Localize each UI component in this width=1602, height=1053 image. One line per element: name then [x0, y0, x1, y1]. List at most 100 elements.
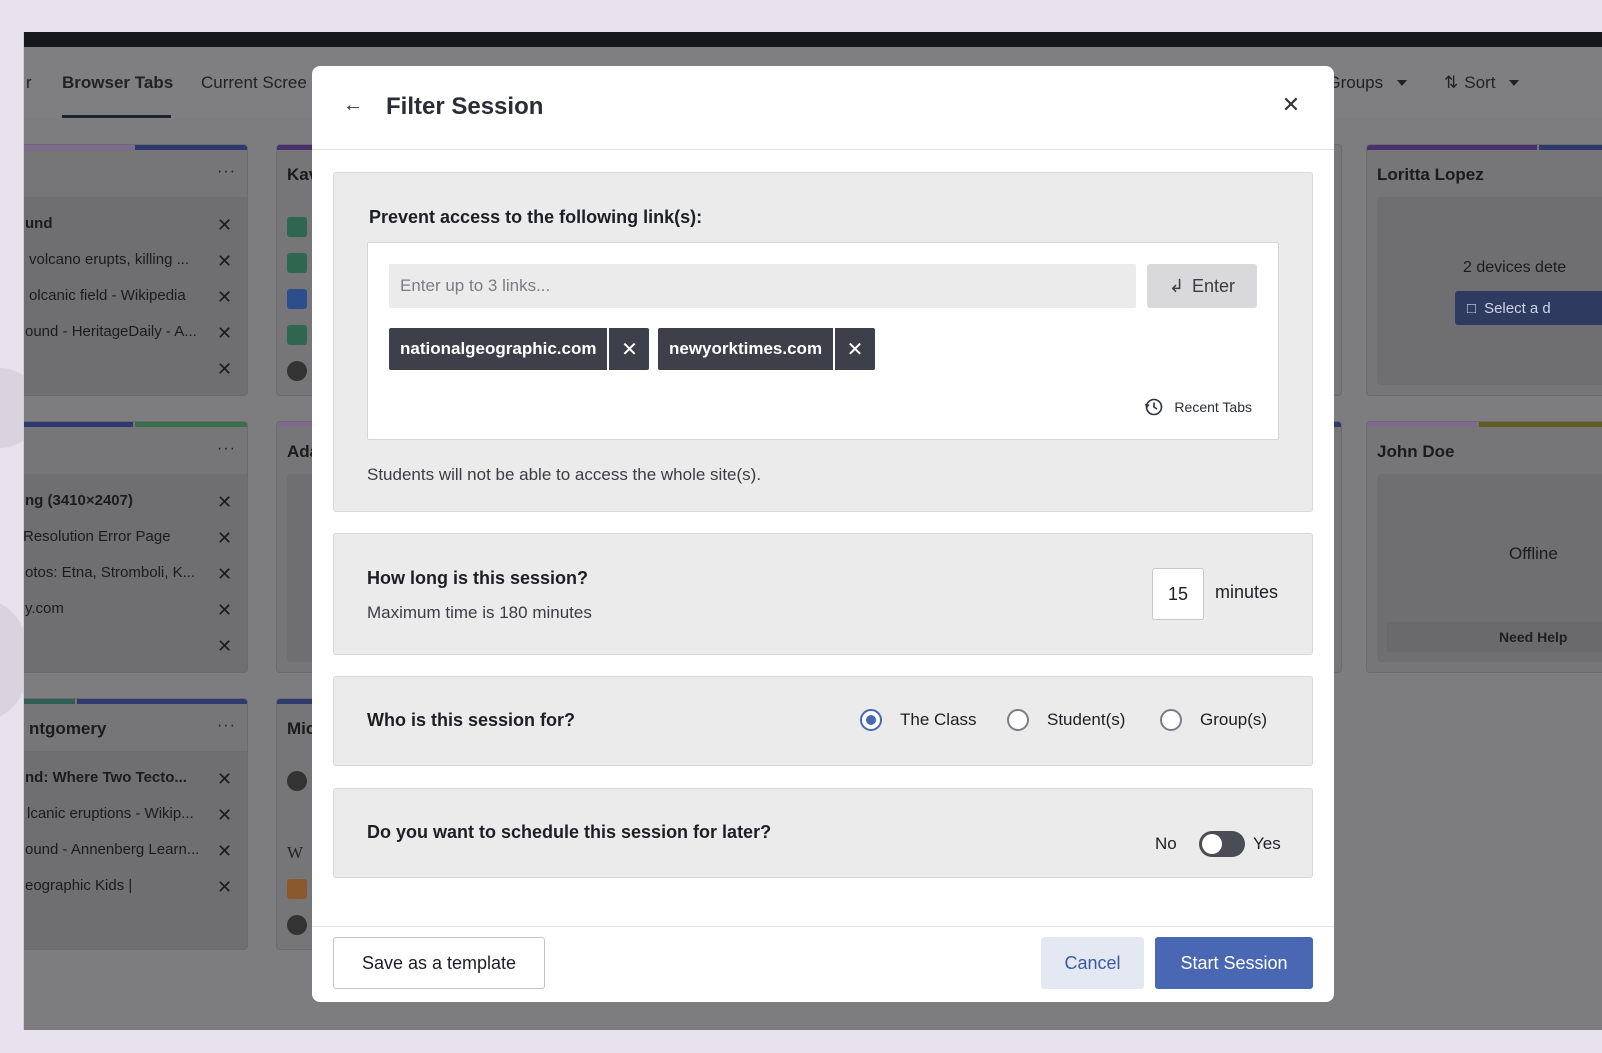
schedule-toggle[interactable]: [1199, 831, 1245, 857]
return-icon: ↲: [1168, 275, 1185, 296]
remove-chip-icon[interactable]: ✕: [607, 328, 649, 370]
tab-current-screen[interactable]: Current Scree: [201, 73, 307, 93]
chat-icon: [287, 289, 307, 309]
app-top-bar: [24, 32, 1602, 47]
sort-icon: ⇅: [1444, 73, 1459, 92]
tab-list: und ✕ volcano erupts, killing ... ✕ olca…: [24, 197, 247, 395]
card-title: ntgomery: [29, 719, 107, 738]
globe-icon: [287, 771, 307, 791]
start-session-button[interactable]: Start Session: [1155, 937, 1313, 989]
audience-section: Who is this session for? The Class Stude…: [333, 676, 1313, 766]
audience-heading: Who is this session for?: [367, 710, 576, 730]
recent-tabs-label: Recent Tabs: [1174, 399, 1252, 415]
caret-down-icon: [1509, 80, 1520, 86]
link-chip-label: newyorktimes.com: [669, 339, 823, 358]
card-color-bar: [24, 145, 133, 150]
student-card: ··· und ✕ volcano erupts, killing ... ✕ …: [24, 144, 248, 396]
wikipedia-icon: W: [287, 843, 304, 862]
list-item: ound - Annenberg Learn...: [25, 841, 200, 858]
caret-down-icon: [1397, 80, 1408, 86]
need-help-button[interactable]: Need Help: [1387, 622, 1602, 652]
tab-list: ng (3410×2407) ✕ Resolution Error Page ✕…: [23, 474, 247, 672]
minutes-input[interactable]: [1152, 568, 1204, 620]
card-color-bar: [1367, 422, 1477, 427]
more-options-icon[interactable]: ···: [217, 440, 236, 458]
toggle-knob: [1202, 834, 1222, 854]
more-options-icon[interactable]: ···: [217, 163, 236, 181]
link-chip-label: nationalgeographic.com: [400, 339, 597, 358]
card-color-bar: [1367, 145, 1537, 150]
close-icon[interactable]: ✕: [1278, 92, 1304, 118]
close-tab-icon[interactable]: ✕: [217, 600, 232, 621]
save-template-button[interactable]: Save as a template: [333, 937, 545, 989]
list-item: ng (3410×2407): [25, 492, 133, 509]
need-help-label: Need Help: [1499, 629, 1568, 645]
schedule-heading: Do you want to schedule this session for…: [367, 822, 772, 842]
modal-header: ← Filter Session ✕: [312, 66, 1334, 150]
card-color-bar: [1539, 145, 1602, 150]
list-item: lcanic eruptions - Wikip...: [27, 805, 194, 822]
card-color-bar: [24, 422, 133, 427]
radio-label: Student(s): [1047, 710, 1126, 729]
student-card-john: John Doe Offline Need Help: [1366, 421, 1602, 673]
cancel-button[interactable]: Cancel: [1041, 937, 1144, 989]
close-tab-icon[interactable]: ✕: [217, 805, 232, 826]
toggle-no-label: No: [1155, 834, 1177, 853]
device-panel: Offline Need Help: [1377, 474, 1602, 662]
image-icon: [287, 217, 307, 237]
close-tab-icon[interactable]: ✕: [217, 564, 232, 585]
list-item: und: [25, 215, 53, 232]
sort-dropdown[interactable]: ⇅ Sort: [1444, 73, 1520, 93]
modal-footer: Save as a template Cancel Start Session: [312, 926, 1334, 1002]
list-item: otos: Etna, Stromboli, K...: [25, 564, 196, 581]
close-tab-icon[interactable]: ✕: [217, 251, 232, 272]
tab-browser-tabs[interactable]: Browser Tabs: [62, 73, 173, 93]
radio-button-selected: [860, 709, 882, 731]
sort-label: Sort: [1464, 73, 1496, 92]
select-device-label: Select a d: [1484, 299, 1551, 317]
close-tab-icon[interactable]: ✕: [217, 528, 232, 549]
recent-tabs-button[interactable]: Recent Tabs: [1144, 397, 1252, 417]
duration-heading: How long is this session?: [367, 568, 589, 588]
list-item: y.com: [25, 600, 64, 617]
close-tab-icon[interactable]: ✕: [217, 877, 232, 898]
more-options-icon[interactable]: ···: [217, 717, 236, 735]
tab-partial[interactable]: r: [26, 73, 32, 93]
card-title: Loritta Lopez: [1377, 165, 1484, 184]
links-note: Students will not be able to access the …: [367, 465, 762, 484]
tab-list: nd: Where Two Tecto... ✕ lcanic eruption…: [24, 751, 247, 949]
back-arrow-icon[interactable]: ←: [340, 92, 366, 118]
modal-title: Filter Session: [386, 93, 544, 120]
card-color-bar: [1479, 422, 1602, 427]
select-device-button[interactable]: □ Select a d: [1455, 291, 1602, 325]
close-tab-icon[interactable]: ✕: [217, 492, 232, 513]
radio-the-class[interactable]: The Class: [860, 709, 977, 731]
close-tab-icon[interactable]: ✕: [217, 359, 232, 380]
list-item: Resolution Error Page: [23, 528, 171, 545]
close-tab-icon[interactable]: ✕: [217, 841, 232, 862]
list-item: ound - HeritageDaily - A...: [25, 323, 197, 340]
student-card: ··· ng (3410×2407) ✕ Resolution Error Pa…: [23, 421, 248, 673]
filter-session-modal: ← Filter Session ✕ Prevent access to the…: [312, 66, 1334, 1002]
enter-button[interactable]: ↲ Enter: [1147, 264, 1257, 308]
close-tab-icon[interactable]: ✕: [217, 323, 232, 344]
image-icon: [287, 325, 307, 345]
device-panel: 2 devices dete □ Select a d: [1377, 197, 1602, 385]
card-color-bar: [24, 699, 75, 704]
close-tab-icon[interactable]: ✕: [217, 769, 232, 790]
close-tab-icon[interactable]: ✕: [217, 215, 232, 236]
minutes-label: minutes: [1215, 582, 1279, 602]
radio-groups[interactable]: Group(s): [1160, 709, 1267, 731]
laptop-icon: □: [1467, 299, 1477, 317]
card-title: John Doe: [1377, 442, 1455, 461]
remove-chip-icon[interactable]: ✕: [833, 328, 875, 370]
image-icon: [287, 879, 307, 899]
history-icon: [1145, 398, 1163, 416]
close-tab-icon[interactable]: ✕: [217, 287, 232, 308]
card-color-bar: [135, 422, 247, 427]
link-input[interactable]: [389, 264, 1136, 308]
close-tab-icon[interactable]: ✕: [217, 636, 232, 657]
links-heading: Prevent access to the following link(s):: [369, 207, 703, 227]
radio-students[interactable]: Student(s): [1007, 709, 1125, 731]
globe-icon: [287, 915, 307, 935]
